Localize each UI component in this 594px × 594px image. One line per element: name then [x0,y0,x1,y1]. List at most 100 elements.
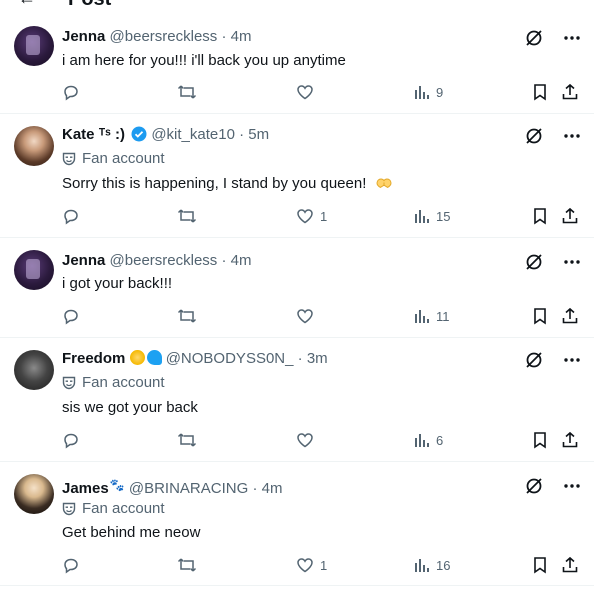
share-icon [562,207,578,224]
reply-icon [64,85,78,101]
share-button[interactable] [561,206,579,226]
share-button[interactable] [561,555,579,575]
views-button[interactable]: 9 [414,82,443,102]
post-text-content: Sorry this is happening, I stand by you … [62,175,367,192]
post-actions: 11 [0,306,594,326]
share-button[interactable] [561,82,579,102]
post-text: i got your back!!! [62,275,173,292]
bookmark-button[interactable] [532,206,548,226]
more-options-icon[interactable] [564,350,580,370]
repost-button[interactable] [177,206,197,226]
reply-button[interactable] [62,306,80,326]
post-text: i am here for you!!! i'll back you up an… [62,52,346,69]
user-handle[interactable]: @beersreckless [110,252,218,269]
heart-icon [297,209,313,224]
share-icon [562,556,578,573]
analytics-icon [415,86,429,99]
back-arrow-icon[interactable]: ← [18,0,36,9]
post-time[interactable]: 5m [248,126,269,143]
repost-icon [177,209,197,223]
avatar[interactable] [14,474,54,514]
like-count: 1 [320,208,328,224]
reply-post[interactable]: Jenna @beersreckless · 4m i am here for … [0,14,594,114]
reply-post[interactable]: Jenna @beersreckless · 4m i got your bac… [0,238,594,338]
views-button[interactable]: 15 [414,206,450,226]
like-button[interactable] [296,430,320,450]
bookmark-button[interactable] [532,82,548,102]
display-name[interactable]: Kate [62,126,95,143]
bookmark-icon [534,308,546,325]
display-name[interactable]: Freedom [62,350,125,367]
post-text: sis we got your back [62,399,198,416]
display-name[interactable]: Jenna [62,28,105,45]
repost-button[interactable] [177,555,197,575]
reply-post[interactable]: Kate ᵀˢ :) @kit_kate10 · 5m Fan account … [0,114,594,238]
post-corner-actions [524,252,580,272]
bookmark-icon [534,557,546,574]
analytics-icon [415,310,429,323]
post-time[interactable]: 4m [262,480,283,497]
share-button[interactable] [561,306,579,326]
user-handle[interactable]: @NOBODYSS0N_ [166,350,294,367]
avatar[interactable] [14,350,54,390]
post-corner-actions [524,350,580,370]
grok-icon[interactable] [524,28,544,48]
like-button[interactable]: 1 [296,206,327,226]
repost-button[interactable] [177,430,197,450]
like-button[interactable] [296,82,320,102]
like-button[interactable]: 1 [296,555,327,575]
like-button[interactable] [296,306,320,326]
grok-icon[interactable] [524,350,544,370]
grok-icon[interactable] [524,126,544,146]
reply-button[interactable] [62,430,80,450]
post-time[interactable]: 3m [307,350,328,367]
display-name[interactable]: Jenna [62,252,105,269]
more-options-icon[interactable] [564,476,580,496]
avatar[interactable] [14,26,54,66]
user-handle[interactable]: @kit_kate10 [151,126,235,143]
post-corner-actions [524,28,580,48]
repost-button[interactable] [177,82,197,102]
views-button[interactable]: 16 [414,555,450,575]
post-actions: 6 [0,430,594,450]
post-time[interactable]: 4m [231,252,252,269]
bookmark-button[interactable] [532,430,548,450]
avatar[interactable] [14,126,54,166]
mask-icon [62,376,76,390]
reply-post[interactable]: James🐾 @BRINARACING · 4m Fan account Get… [0,462,594,586]
post-header: Kate ᵀˢ :) @kit_kate10 · 5m [62,126,269,144]
post-time[interactable]: 4m [231,28,252,45]
share-button[interactable] [561,430,579,450]
views-button[interactable]: 11 [414,306,450,326]
more-options-icon[interactable] [564,126,580,146]
separator-dot: · [221,28,227,45]
separator-dot: · [221,252,227,269]
views-button[interactable]: 6 [414,430,443,450]
reply-button[interactable] [62,555,80,575]
more-options-icon[interactable] [564,252,580,272]
reply-icon [64,309,78,325]
repost-button[interactable] [177,306,197,326]
view-count: 6 [436,432,444,448]
user-handle[interactable]: @beersreckless [110,28,218,45]
sun-emoji-icon [129,350,145,365]
share-icon [562,307,578,324]
display-name-suffix: ᵀˢ :) [98,126,125,143]
grok-icon[interactable] [524,476,544,496]
reply-post[interactable]: Freedom @NOBODYSS0N_ · 3m Fan account si… [0,338,594,462]
user-handle[interactable]: @BRINARACING [129,480,248,497]
grok-icon[interactable] [524,252,544,272]
repost-icon [177,309,197,323]
reply-button[interactable] [62,82,80,102]
display-name[interactable]: James [62,480,109,497]
more-options-icon[interactable] [564,28,580,48]
fan-account-text: Fan account [82,500,165,517]
bookmark-button[interactable] [532,555,548,575]
avatar[interactable] [14,250,54,290]
post-corner-actions [524,126,580,146]
bookmark-button[interactable] [532,306,548,326]
page-title: Post [68,0,111,11]
repost-icon [177,85,197,99]
bookmark-icon [534,84,546,101]
reply-button[interactable] [62,206,80,226]
